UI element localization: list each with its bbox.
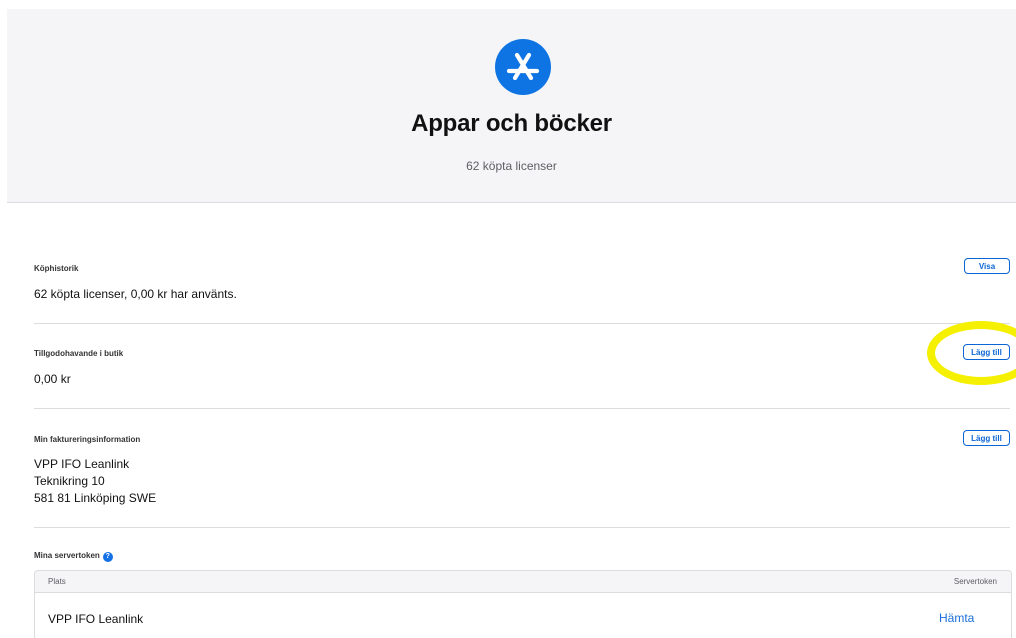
server-tokens-header: Mina servertoken? (34, 548, 1010, 564)
purchase-history-section: Köphistorik 62 köpta licenser, 0,00 kr h… (34, 258, 1010, 308)
page-title: Appar och böcker (411, 110, 612, 137)
store-credit-section: Tillgodohavande i butik 0,00 kr Lägg til… (34, 344, 1010, 394)
add-billing-info-button[interactable]: Lägg till (963, 430, 1010, 446)
app-store-icon (495, 39, 551, 95)
question-circle-icon[interactable]: ? (102, 552, 113, 562)
add-store-credit-button[interactable]: Lägg till (963, 344, 1010, 360)
divider (34, 323, 1010, 324)
billing-line-3: 581 81 Linköping SWE (34, 491, 157, 505)
store-credit-value: 0,00 kr (34, 372, 71, 386)
billing-label: Min faktureringsinformation (34, 435, 141, 444)
column-header-location: Plats (48, 577, 66, 586)
purchase-history-label: Köphistorik (34, 264, 79, 273)
server-tokens-label: Mina servertoken (34, 551, 100, 560)
column-header-server-token: Servertoken (953, 577, 997, 586)
table-header: Plats Servertoken (35, 571, 1011, 593)
header-banner: Appar och böcker 62 köpta licenser (7, 9, 1016, 203)
store-credit-label: Tillgodohavande i butik (34, 349, 124, 358)
billing-section: Min faktureringsinformation VPP IFO Lean… (34, 430, 1010, 520)
page-subtitle: 62 köpta licenser (466, 159, 557, 173)
view-purchase-history-button[interactable]: Visa (964, 258, 1010, 274)
purchase-history-value: 62 köpta licenser, 0,00 kr har använts. (34, 287, 237, 301)
download-token-link[interactable]: Hämta (939, 611, 974, 625)
server-tokens-table: Plats Servertoken VPP IFO Leanlink Hämta (34, 570, 1012, 638)
billing-line-2: Teknikring 10 (34, 474, 105, 488)
divider (34, 527, 1010, 528)
divider (34, 408, 1010, 409)
billing-line-1: VPP IFO Leanlink (34, 457, 130, 471)
row-location: VPP IFO Leanlink (48, 612, 144, 626)
server-tokens-label-row: Mina servertoken? (34, 551, 113, 562)
